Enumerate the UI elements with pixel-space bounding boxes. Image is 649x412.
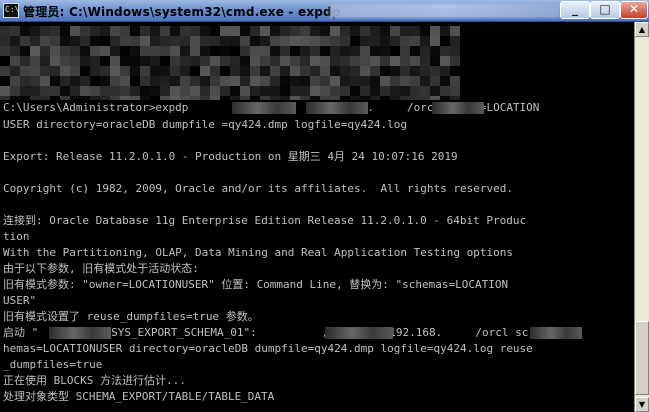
vertical-scrollbar[interactable]: ▲ ▼ [634,22,649,412]
redacted-user [49,327,111,339]
maximize-button[interactable]: □ [590,1,620,19]
redacted-user [325,327,393,339]
console-output[interactable]: C:\Users\Administrator>expdp / @192.168.… [0,22,634,412]
console-line: 处理对象类型 SCHEMA_EXPORT/TABLE/TABLE_DATA [3,390,275,403]
window-title: 管理员: C:\Windows\system32\cmd.exe - expdp [23,5,341,19]
console-line: With the Partitioning, OLAP, Data Mining… [3,246,513,259]
console-line: USER directory=oracleDB dumpfile =qy424.… [3,118,407,131]
console-line: 正在使用 BLOCKS 方法进行估计... [3,374,186,387]
console-line: 由于以下参数, 旧有模式处于活动状态: [3,262,199,275]
console-line: 旧有模式参数: "owner=LOCATIONUSER" 位置: Command… [3,278,509,291]
scroll-thumb[interactable] [635,321,649,395]
console-line: tion [3,230,30,243]
console-line: _dumpfiles=true [3,358,103,371]
redacted-ip [432,102,484,114]
cmd-icon: C:\ [3,3,19,18]
title-bar[interactable]: C:\ 管理员: C:\Windows\system32\cmd.exe - e… [0,0,649,22]
console-line: Export: Release 11.2.0.1.0 - Production … [3,150,458,163]
pixelated-redaction [0,26,460,100]
console-line: hemas=LOCATIONUSER directory=oracleDB du… [3,342,533,355]
console-line: 连接到: Oracle Database 11g Enterprise Edit… [3,214,527,227]
scroll-up-icon[interactable]: ▲ [635,22,649,37]
scroll-down-icon[interactable]: ▼ [635,397,649,412]
redacted-username [232,102,296,114]
cmd-window: C:\ 管理员: C:\Windows\system32\cmd.exe - e… [0,0,649,412]
console-line: Copyright (c) 1982, 2009, Oracle and/or … [3,182,513,195]
redacted-title-area [330,4,560,18]
minimize-button[interactable]: _ [560,1,590,19]
redacted-password [306,102,368,114]
console-line: 旧有模式设置了 reuse_dumpfiles=true 参数。 [3,310,259,323]
close-button[interactable]: ✕ [620,1,648,19]
redacted-ip [530,327,582,339]
console-line: USER" [3,294,37,307]
